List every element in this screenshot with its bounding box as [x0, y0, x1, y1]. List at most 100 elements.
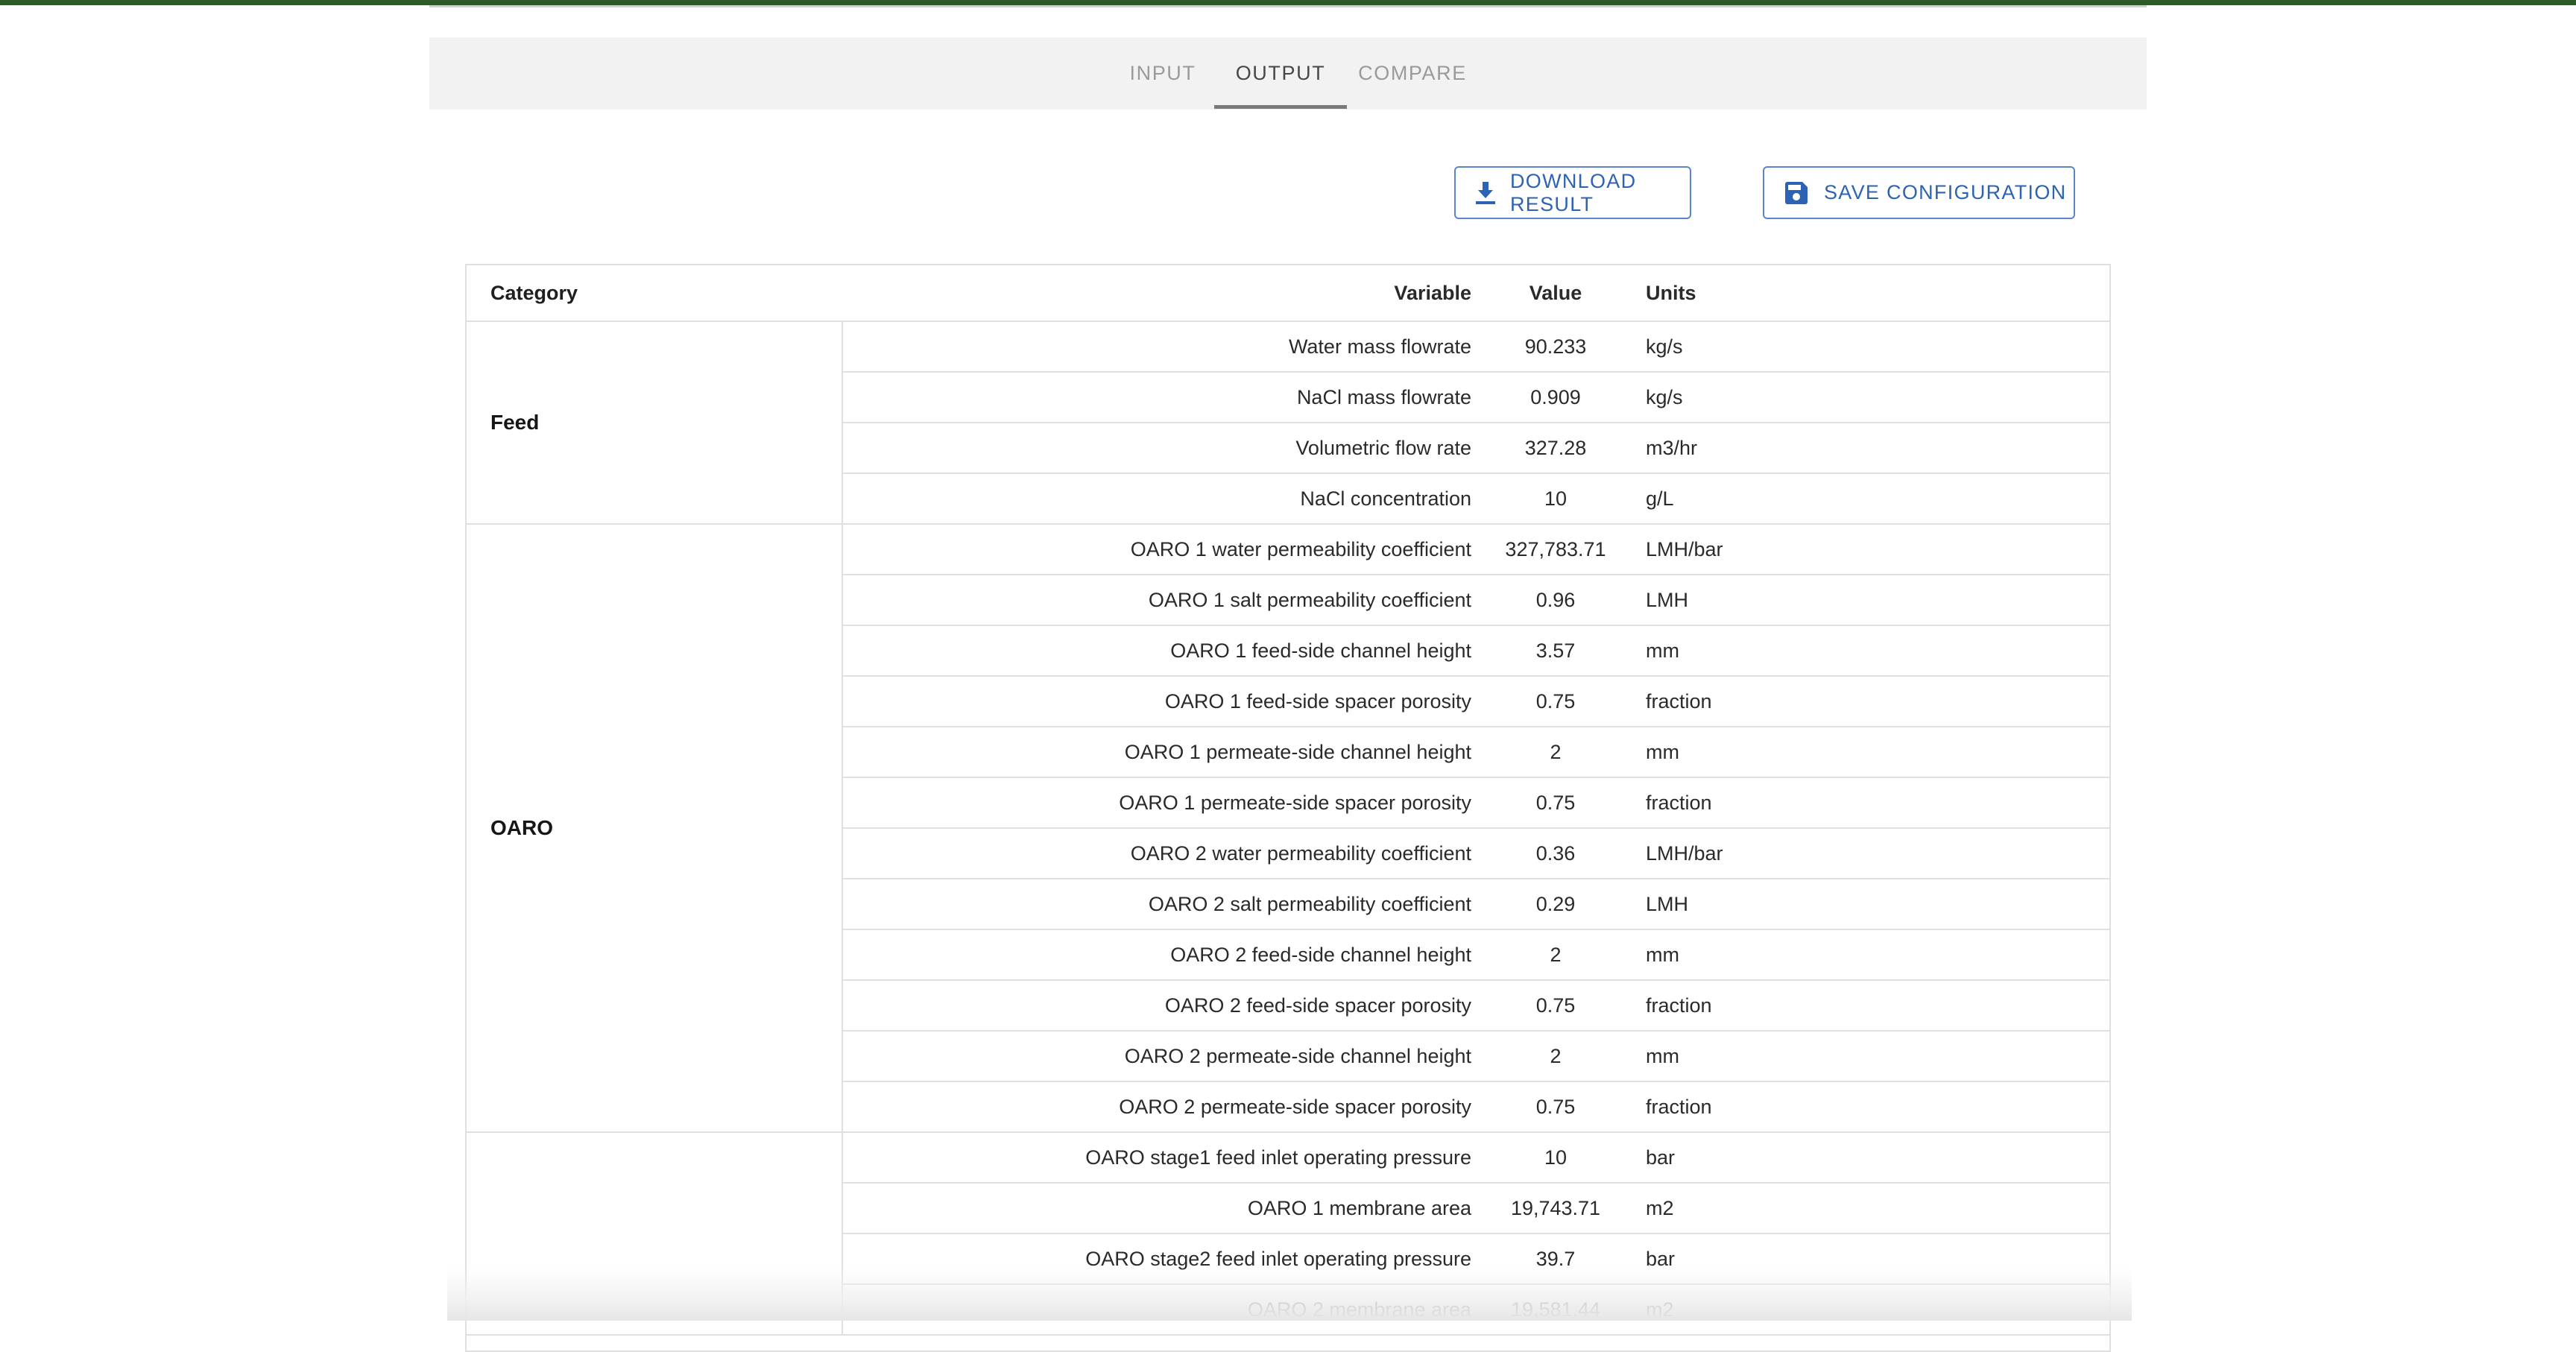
units-cell: m2	[1619, 1183, 1768, 1234]
column-header-value: Value	[1492, 265, 1619, 322]
value-cell: 0.75	[1492, 1081, 1619, 1133]
units-cell: bar	[1619, 1132, 1768, 1184]
tab-output[interactable]: OUTPUT	[1214, 37, 1347, 110]
save-configuration-button[interactable]: SAVE CONFIGURATION	[1763, 166, 2075, 219]
units-cell: mm	[1619, 1031, 1768, 1082]
active-tab-indicator	[1214, 105, 1347, 109]
spacer-cell	[1768, 980, 2109, 1032]
units-cell: m2	[1619, 1284, 1768, 1336]
units-cell: kg/s	[1619, 372, 1768, 423]
spacer-cell	[1768, 1284, 2109, 1336]
variable-cell: Water mass flowrate	[842, 321, 1492, 373]
column-header-variable: Variable	[842, 265, 1492, 322]
spacer-cell	[1768, 625, 2109, 677]
units-cell: g/L	[1619, 473, 1768, 525]
units-cell: mm	[1619, 727, 1768, 778]
variable-cell: OARO 2 water permeability coefficient	[842, 828, 1492, 879]
value-cell: 3.57	[1492, 625, 1619, 677]
value-cell: 0.96	[1492, 575, 1619, 626]
spacer-cell	[1768, 1132, 2109, 1184]
save-configuration-label: SAVE CONFIGURATION	[1824, 181, 2067, 203]
units-cell: LMH/bar	[1619, 828, 1768, 879]
spacer-cell	[1768, 828, 2109, 879]
view-tab-bar: INPUT OUTPUT COMPARE	[429, 37, 2147, 110]
output-results-table: Category Variable Value Units Feed Water …	[465, 264, 2111, 1352]
value-cell: 0.75	[1492, 980, 1619, 1032]
column-header-spacer	[1768, 265, 2109, 322]
variable-cell: OARO 1 permeate-side spacer porosity	[842, 777, 1492, 829]
table-row: OARO OARO 1 water permeability coefficien…	[467, 524, 2109, 1133]
units-cell: fraction	[1619, 980, 1768, 1032]
spacer-cell	[1768, 575, 2109, 626]
value-cell: 0.75	[1492, 676, 1619, 727]
variable-cell: OARO 2 permeate-side spacer porosity	[842, 1081, 1492, 1133]
tab-input[interactable]: INPUT	[1096, 37, 1229, 110]
spacer-cell	[1768, 777, 2109, 829]
variable-cell: OARO 1 membrane area	[842, 1183, 1492, 1234]
variable-cell: OARO 1 permeate-side channel height	[842, 727, 1492, 778]
download-result-button[interactable]: DOWNLOAD RESULT	[1454, 166, 1691, 219]
value-cell: 10	[1492, 473, 1619, 525]
spacer-cell	[1768, 1233, 2109, 1285]
variable-cell: OARO stage2 feed inlet operating pressur…	[842, 1233, 1492, 1285]
variable-cell: NaCl concentration	[842, 473, 1492, 525]
units-cell: mm	[1619, 625, 1768, 677]
variable-cell: OARO 1 salt permeability coefficient	[842, 575, 1492, 626]
variable-cell: OARO stage1 feed inlet operating pressur…	[842, 1132, 1492, 1184]
spacer-cell	[1768, 676, 2109, 727]
value-cell: 2	[1492, 929, 1619, 981]
units-cell: bar	[1619, 1233, 1768, 1285]
value-cell: 0.909	[1492, 372, 1619, 423]
value-cell: 39.7	[1492, 1233, 1619, 1285]
value-cell: 0.75	[1492, 777, 1619, 829]
value-cell: 10	[1492, 1132, 1619, 1184]
units-cell: LMH/bar	[1619, 524, 1768, 575]
units-cell: LMH	[1619, 575, 1768, 626]
spacer-cell	[1768, 1031, 2109, 1082]
variable-cell: OARO 1 feed-side channel height	[842, 625, 1492, 677]
value-cell: 19,743.71	[1492, 1183, 1619, 1234]
tab-compare[interactable]: COMPARE	[1346, 37, 1479, 110]
table-body: Feed Water mass flowrate 90.233 kg/s NaCl ma…	[467, 321, 2109, 1336]
units-cell: kg/s	[1619, 321, 1768, 373]
table-row: OARO stage1 feed inlet operating pressur…	[467, 1132, 2109, 1336]
value-cell: 0.29	[1492, 879, 1619, 930]
table-row: Feed Water mass flowrate 90.233 kg/s	[467, 321, 2109, 525]
units-cell: mm	[1619, 929, 1768, 981]
spacer-cell	[1768, 524, 2109, 575]
spacer-cell	[1768, 1081, 2109, 1133]
results-table: Category Variable Value Units Feed Water …	[467, 265, 2109, 1336]
value-cell: 2	[1492, 1031, 1619, 1082]
category-cell: OARO	[467, 524, 843, 1133]
table-header-row: Category Variable Value Units	[467, 265, 2109, 322]
variable-cell: OARO 1 water permeability coefficient	[842, 524, 1492, 575]
spacer-cell	[1768, 727, 2109, 778]
variable-cell: Volumetric flow rate	[842, 423, 1492, 474]
value-cell: 19,581.44	[1492, 1284, 1619, 1336]
units-cell: fraction	[1619, 777, 1768, 829]
variable-cell: OARO 2 membrane area	[842, 1284, 1492, 1336]
spacer-cell	[1768, 473, 2109, 525]
download-result-label: DOWNLOAD RESULT	[1510, 169, 1637, 215]
units-cell: fraction	[1619, 676, 1768, 727]
header-divider	[429, 5, 2147, 7]
variable-cell: NaCl mass flowrate	[842, 372, 1492, 423]
spacer-cell	[1768, 929, 2109, 981]
spacer-cell	[1768, 1183, 2109, 1234]
column-header-category: Category	[467, 265, 842, 322]
value-cell: 90.233	[1492, 321, 1619, 373]
value-cell: 327.28	[1492, 423, 1619, 474]
units-cell: fraction	[1619, 1081, 1768, 1133]
category-cell: Feed	[467, 321, 843, 525]
variable-cell: OARO 2 salt permeability coefficient	[842, 879, 1492, 930]
download-icon	[1476, 181, 1495, 204]
variable-cell: OARO 1 feed-side spacer porosity	[842, 676, 1492, 727]
value-cell: 2	[1492, 727, 1619, 778]
variable-cell: OARO 2 feed-side channel height	[842, 929, 1492, 981]
app-top-bar	[0, 0, 2576, 5]
spacer-cell	[1768, 372, 2109, 423]
variable-cell: OARO 2 permeate-side channel height	[842, 1031, 1492, 1082]
floppy-disk-icon	[1785, 181, 1808, 204]
variable-cell: OARO 2 feed-side spacer porosity	[842, 980, 1492, 1032]
column-header-units: Units	[1619, 265, 1768, 322]
